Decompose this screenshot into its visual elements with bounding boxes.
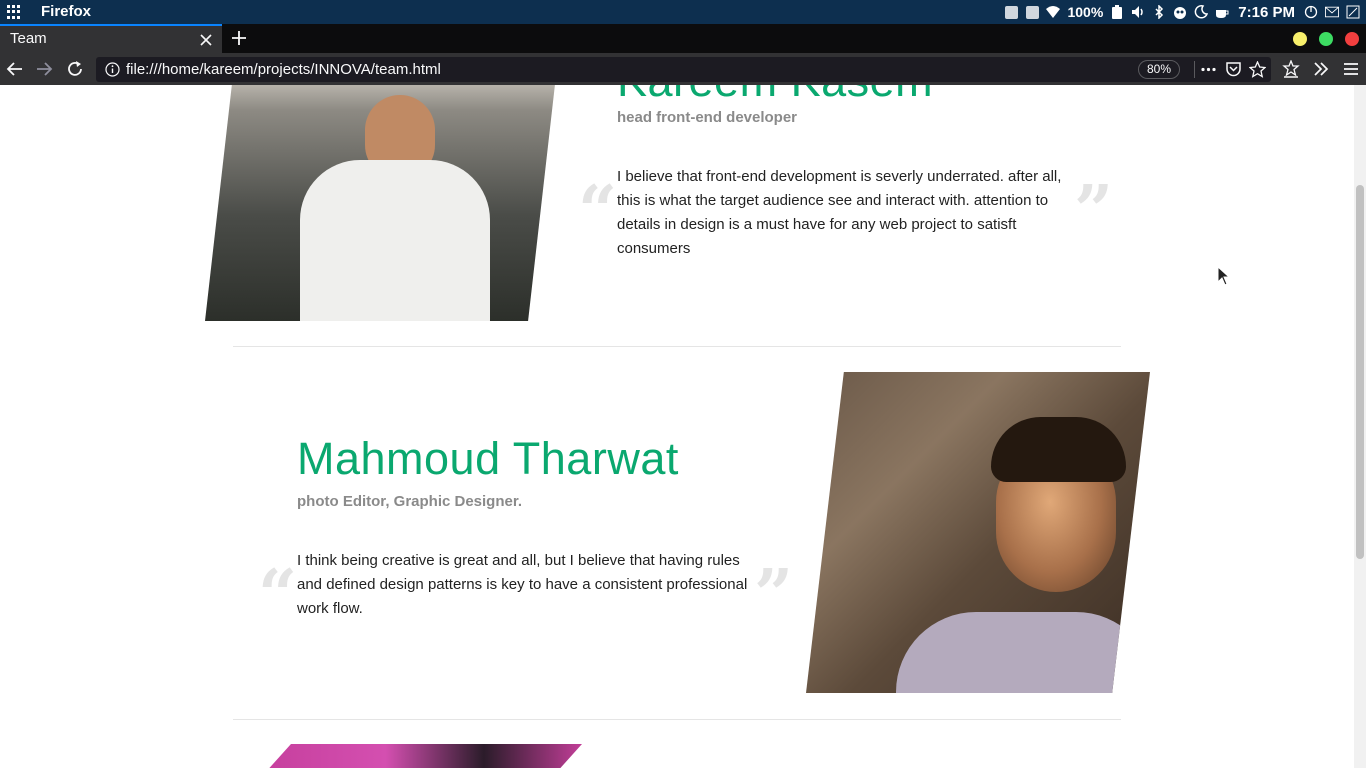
night-light-icon[interactable] — [1194, 5, 1209, 19]
team-member-photo — [205, 85, 568, 321]
reload-icon[interactable] — [66, 60, 84, 78]
pocket-icon[interactable] — [1225, 61, 1242, 78]
active-app-name: Firefox — [41, 3, 92, 20]
close-quote-icon: ” — [754, 555, 794, 635]
url-bar[interactable]: file:///home/kareem/projects/INNOVA/team… — [96, 57, 1271, 82]
tab-team[interactable]: Team — [0, 24, 222, 53]
notes-icon[interactable] — [1346, 5, 1360, 19]
tab-title: Team — [10, 30, 47, 47]
page-actions-icon[interactable] — [1200, 61, 1217, 78]
team-member-photo — [255, 744, 582, 768]
section-divider — [233, 719, 1121, 720]
photo-detail — [300, 160, 490, 321]
mail-icon[interactable] — [1325, 5, 1339, 19]
hamburger-menu-icon[interactable] — [1342, 60, 1360, 78]
url-text[interactable]: file:///home/kareem/projects/INNOVA/team… — [126, 61, 441, 78]
photo-detail — [991, 417, 1126, 482]
page-viewport: Kareem Kasem head front-end developer “ … — [0, 85, 1366, 768]
owl-icon[interactable] — [1173, 5, 1187, 19]
wifi-icon[interactable] — [1046, 5, 1061, 19]
library-icon[interactable] — [1282, 60, 1300, 78]
caffeine-icon[interactable] — [1215, 5, 1229, 19]
team-member-photo — [806, 372, 1150, 693]
vertical-scrollbar[interactable] — [1354, 85, 1366, 768]
overflow-chevron-icon[interactable] — [1312, 60, 1330, 78]
new-tab-icon[interactable] — [230, 29, 248, 47]
battery-icon[interactable] — [1110, 5, 1124, 19]
open-quote-icon: “ — [258, 555, 298, 635]
back-arrow-icon[interactable] — [6, 60, 24, 78]
site-info-icon[interactable] — [105, 62, 120, 77]
window-minimize-button[interactable] — [1293, 32, 1307, 46]
member-role: photo Editor, Graphic Designer. — [297, 493, 523, 510]
volume-icon[interactable] — [1131, 5, 1145, 19]
system-tray: 100% 7:16 PM — [1004, 0, 1360, 24]
scrollbar-thumb[interactable] — [1356, 185, 1364, 559]
close-quote-icon: ” — [1074, 171, 1114, 251]
bluetooth-icon[interactable] — [1152, 5, 1166, 19]
member-role: head front-end developer — [617, 109, 798, 126]
photo-detail — [896, 612, 1150, 693]
open-quote-icon: “ — [578, 171, 618, 251]
apps-grid-icon[interactable] — [7, 5, 21, 19]
tab-bar: Team — [0, 24, 1366, 53]
section-divider — [233, 346, 1121, 347]
navigation-toolbar: file:///home/kareem/projects/INNOVA/team… — [0, 53, 1366, 85]
close-tab-icon[interactable] — [198, 32, 214, 48]
member-name: Mahmoud Tharwat — [297, 433, 679, 484]
url-bar-divider — [1194, 61, 1195, 78]
battery-percent: 100% — [1067, 4, 1104, 20]
clock[interactable]: 7:16 PM — [1238, 4, 1295, 21]
forward-arrow-icon[interactable] — [35, 60, 53, 78]
member-name: Kareem Kasem — [617, 85, 933, 107]
window-maximize-button[interactable] — [1319, 32, 1333, 46]
window-close-button[interactable] — [1345, 32, 1359, 46]
screenshot-icon[interactable] — [1004, 5, 1018, 19]
zoom-level-badge[interactable]: 80% — [1138, 60, 1180, 79]
member-quote: I think being creative is great and all,… — [297, 552, 748, 617]
member-quote: I believe that front-end development is … — [617, 168, 1062, 257]
bookmark-star-icon[interactable] — [1249, 61, 1266, 78]
keyboard-icon[interactable] — [1025, 5, 1039, 19]
power-icon[interactable] — [1304, 5, 1318, 19]
mouse-cursor-icon — [1217, 266, 1231, 286]
system-top-panel: Firefox 100% 7:16 PM — [0, 0, 1366, 24]
